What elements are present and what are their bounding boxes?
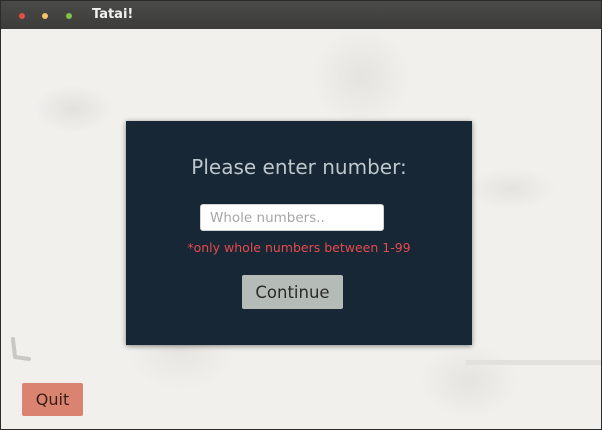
- quit-button[interactable]: Quit: [22, 383, 83, 416]
- background-canvas: Please enter number: *only whole numbers…: [1, 29, 601, 429]
- input-hint: *only whole numbers between 1-99: [187, 240, 411, 255]
- maximize-window-icon[interactable]: [66, 13, 72, 19]
- title-bar: Tatai!: [1, 1, 601, 29]
- number-entry-dialog: Please enter number: *only whole numbers…: [126, 121, 472, 345]
- dialog-heading: Please enter number:: [191, 155, 407, 179]
- close-window-icon[interactable]: [19, 13, 25, 19]
- decorative-mark-icon: [11, 337, 31, 361]
- window-title: Tatai!: [92, 7, 134, 22]
- number-input[interactable]: [200, 204, 384, 231]
- app-window: Tatai! Please enter number: *only whole …: [0, 0, 602, 430]
- minimize-window-icon[interactable]: [42, 13, 48, 19]
- decorative-line: [466, 360, 601, 365]
- continue-button[interactable]: Continue: [242, 275, 343, 309]
